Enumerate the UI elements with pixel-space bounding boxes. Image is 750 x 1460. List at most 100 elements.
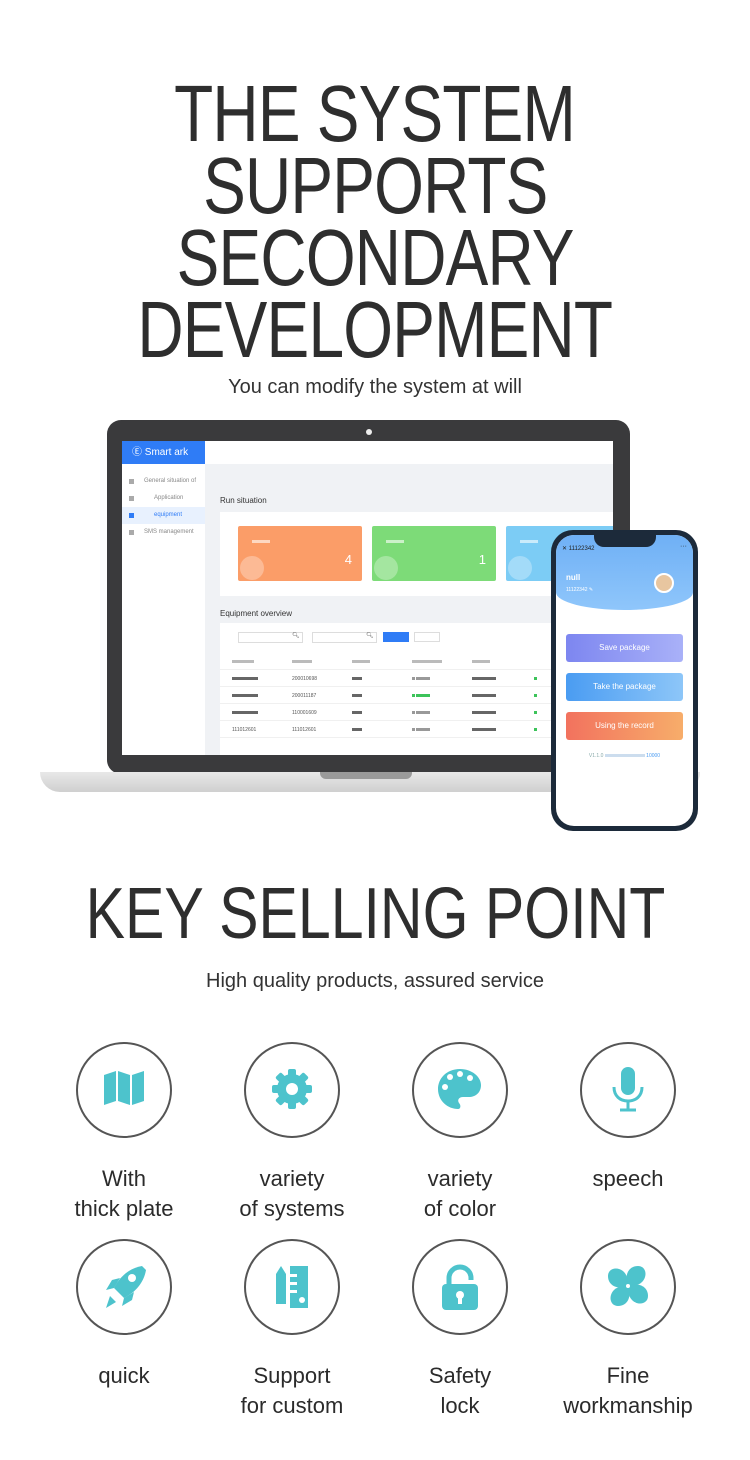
search-icon[interactable]: 🔍︎: [366, 632, 374, 639]
feature-icon-circle: [412, 1239, 508, 1335]
stat-card[interactable]: 1: [372, 526, 496, 581]
cell-status: [412, 693, 431, 699]
feature-item: quick: [40, 1239, 208, 1391]
feature-item: speech: [544, 1042, 712, 1194]
cell-code: 110001609: [292, 710, 317, 716]
check-icon: [374, 556, 398, 580]
phone-title-text: 11122342: [568, 546, 595, 552]
feature-label: With thick plate: [74, 1166, 174, 1221]
flag-icon: [129, 479, 134, 484]
microphone-icon: [612, 1067, 644, 1112]
feature-item: With thick plate: [40, 1042, 208, 1224]
feature-icon-circle: [412, 1042, 508, 1138]
brand-logo[interactable]: Ⓔ Smart ark: [122, 441, 205, 464]
lock-icon: [442, 1264, 478, 1310]
feature-label: quick: [98, 1363, 150, 1388]
reset-button[interactable]: [414, 632, 440, 642]
user-id: 11122342 ✎: [566, 587, 594, 593]
take-package-button[interactable]: Take the package: [566, 673, 683, 701]
laptop-screen: Ⓔ Smart ark General situation of Applica…: [122, 441, 613, 755]
feature-label: Fine workmanship: [563, 1363, 693, 1418]
sidebar-item-label: Application: [154, 495, 184, 501]
sidebar-item-label: SMS management: [144, 529, 194, 535]
laptop-notch: [320, 772, 412, 779]
user-name: null: [566, 573, 581, 582]
headline-line: SECONDARY: [176, 213, 574, 302]
cell-app: [472, 727, 496, 733]
sidebar-item-general[interactable]: General situation of: [122, 473, 205, 490]
selling-subtitle: High quality products, assured service: [206, 970, 544, 992]
save-package-button[interactable]: Save package: [566, 634, 683, 662]
search-icon[interactable]: 🔍︎: [292, 632, 300, 639]
feature-icon-circle: [580, 1042, 676, 1138]
contact-link[interactable]: 10000: [646, 753, 660, 759]
cell-state: [534, 727, 537, 733]
feature-icon-circle: [76, 1239, 172, 1335]
cell-type: [352, 710, 362, 716]
grid-icon: [129, 496, 134, 501]
feature-item: Support for custom: [208, 1239, 376, 1421]
rocket-icon: [106, 1266, 146, 1308]
feature-icon-circle: [580, 1239, 676, 1335]
cell-status: [412, 710, 431, 716]
selling-title: KEY SELLING POINT: [0, 872, 750, 956]
feature-item: Safety lock: [376, 1239, 544, 1421]
headline-line: DEVELOPMENT: [137, 285, 614, 374]
stat-card[interactable]: 4: [238, 526, 362, 581]
feature-label: Support for custom: [240, 1363, 344, 1418]
stat-value: 1: [478, 552, 486, 567]
phone-notch: [594, 533, 656, 547]
sidebar-item-sms[interactable]: SMS management: [122, 524, 205, 541]
cell-state: [534, 710, 537, 716]
top-bar: [205, 441, 613, 464]
gear-icon: [272, 1069, 312, 1109]
cell-state: [534, 676, 537, 682]
headline: THE SYSTEM SUPPORTS SECONDARY DEVELOPMEN…: [0, 74, 750, 374]
headline-line: SUPPORTS: [202, 141, 548, 230]
cell-app: [472, 693, 496, 699]
palette-icon: [438, 1069, 481, 1109]
feature-icon-circle: [244, 1042, 340, 1138]
phone-screen: ✕ 11122342 ··· null 11122342 ✎ Save pack…: [556, 535, 693, 826]
phone-title: ✕ 11122342: [562, 546, 595, 552]
using-record-button[interactable]: Using the record: [566, 712, 683, 740]
cell-name: [232, 693, 258, 699]
feature-label: variety of color: [423, 1166, 497, 1221]
cell-status: [412, 727, 431, 733]
sidebar-item-application[interactable]: Application: [122, 490, 205, 507]
pie-icon: [240, 556, 264, 580]
sidebar-item-label: equipment: [154, 512, 183, 518]
headline-subtitle: You can modify the system at will: [228, 376, 522, 398]
cell-status: [412, 676, 431, 682]
avatar[interactable]: [654, 573, 674, 593]
cell-name: 111012601: [232, 727, 257, 733]
pencil-ruler-icon: [276, 1266, 308, 1308]
feature-item: variety of systems: [208, 1042, 376, 1224]
cell-code: 200010698: [292, 676, 318, 682]
fan-icon: [608, 1266, 648, 1306]
cell-type: [352, 693, 362, 699]
run-situation-title: Run situation: [220, 496, 267, 505]
clock-icon: [508, 556, 532, 580]
feature-icon-circle: [244, 1239, 340, 1335]
sidebar-item-equipment[interactable]: equipment: [122, 507, 205, 524]
feature-label: Safety lock: [428, 1363, 492, 1418]
feature-icon-circle: [76, 1042, 172, 1138]
feature-item: Fine workmanship: [544, 1239, 712, 1421]
version-text: V1.1.0: [588, 753, 604, 759]
query-button[interactable]: [383, 632, 409, 642]
map-icon: [104, 1071, 144, 1105]
device-icon: [129, 513, 134, 518]
cell-code: 200011187: [292, 693, 317, 699]
cell-type: [352, 727, 362, 733]
cell-type: [352, 676, 362, 682]
sidebar-item-label: General situation of: [144, 478, 197, 484]
cell-app: [472, 710, 496, 716]
feature-label: speech: [592, 1166, 664, 1191]
stat-value: 4: [344, 552, 352, 567]
message-icon: [129, 530, 134, 535]
cell-state: [534, 693, 537, 699]
more-icon[interactable]: ···: [680, 543, 687, 550]
user-id-text: 11122342: [566, 587, 588, 593]
selling-title-text: KEY SELLING POINT: [85, 874, 665, 954]
